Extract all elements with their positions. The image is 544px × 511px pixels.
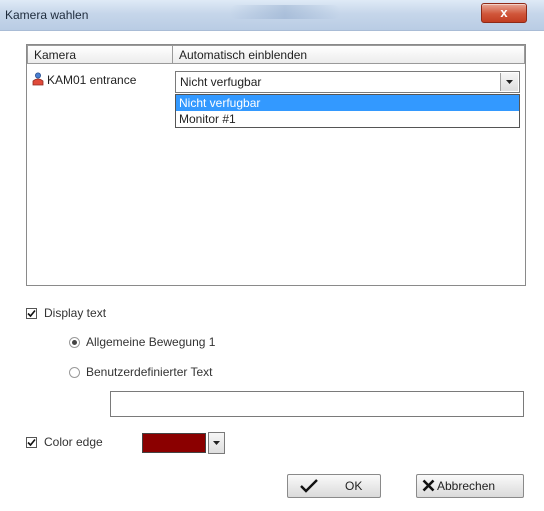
color-edge-checkbox[interactable]: [26, 437, 37, 448]
color-swatch[interactable]: [142, 433, 206, 453]
checkmark-icon: [27, 438, 36, 447]
combobox-dropdown-button[interactable]: [500, 73, 518, 91]
combobox-value: Nicht verfugbar: [180, 75, 262, 89]
checkmark-icon: [27, 309, 36, 318]
custom-text-input[interactable]: [110, 391, 524, 417]
auto-show-combobox[interactable]: Nicht verfugbar: [175, 71, 520, 93]
checkmark-icon: [300, 479, 318, 493]
radio-allgemeine-bewegung[interactable]: [69, 337, 80, 348]
title-bar-decoration: [230, 5, 340, 19]
ok-button-label: OK: [345, 479, 363, 493]
cancel-button[interactable]: Abbrechen: [416, 474, 524, 498]
radio-selected-dot: [72, 340, 77, 345]
dropdown-option-nicht-verfugbar[interactable]: Nicht verfugbar: [176, 95, 519, 111]
ok-button[interactable]: OK: [287, 474, 381, 498]
chevron-down-icon: [213, 441, 220, 445]
display-text-checkbox[interactable]: [26, 308, 37, 319]
camera-person-icon: [31, 72, 45, 86]
radio-allgemeine-bewegung-label: Allgemeine Bewegung 1: [86, 335, 216, 349]
dropdown-option-monitor-1[interactable]: Monitor #1: [176, 111, 519, 127]
radio-benutzerdefinierter-text[interactable]: [69, 367, 80, 378]
dialog-body: Kamera Automatisch einblenden KAM01 entr…: [0, 31, 544, 511]
camera-name: KAM01 entrance: [47, 73, 137, 87]
close-icon: [422, 479, 435, 492]
column-header-auto-show[interactable]: Automatisch einblenden: [172, 45, 525, 64]
radio-benutzerdefinierter-text-label: Benutzerdefinierter Text: [86, 365, 213, 379]
title-bar: Kamera wahlen x: [0, 0, 544, 31]
color-edge-label: Color edge: [44, 435, 103, 449]
column-header-kamera[interactable]: Kamera: [27, 45, 173, 64]
camera-listview[interactable]: Kamera Automatisch einblenden KAM01 entr…: [26, 44, 526, 286]
combobox-dropdown-list: Nicht verfugbar Monitor #1: [175, 94, 520, 128]
window-title: Kamera wahlen: [5, 8, 89, 22]
display-text-label: Display text: [44, 306, 107, 320]
camera-row[interactable]: KAM01 entrance: [31, 72, 136, 88]
color-dropdown-button[interactable]: [208, 432, 225, 454]
cancel-button-label: Abbrechen: [437, 479, 496, 493]
close-button[interactable]: x: [481, 3, 527, 23]
listview-header: Kamera Automatisch einblenden: [27, 45, 525, 64]
chevron-down-icon: [506, 80, 513, 84]
